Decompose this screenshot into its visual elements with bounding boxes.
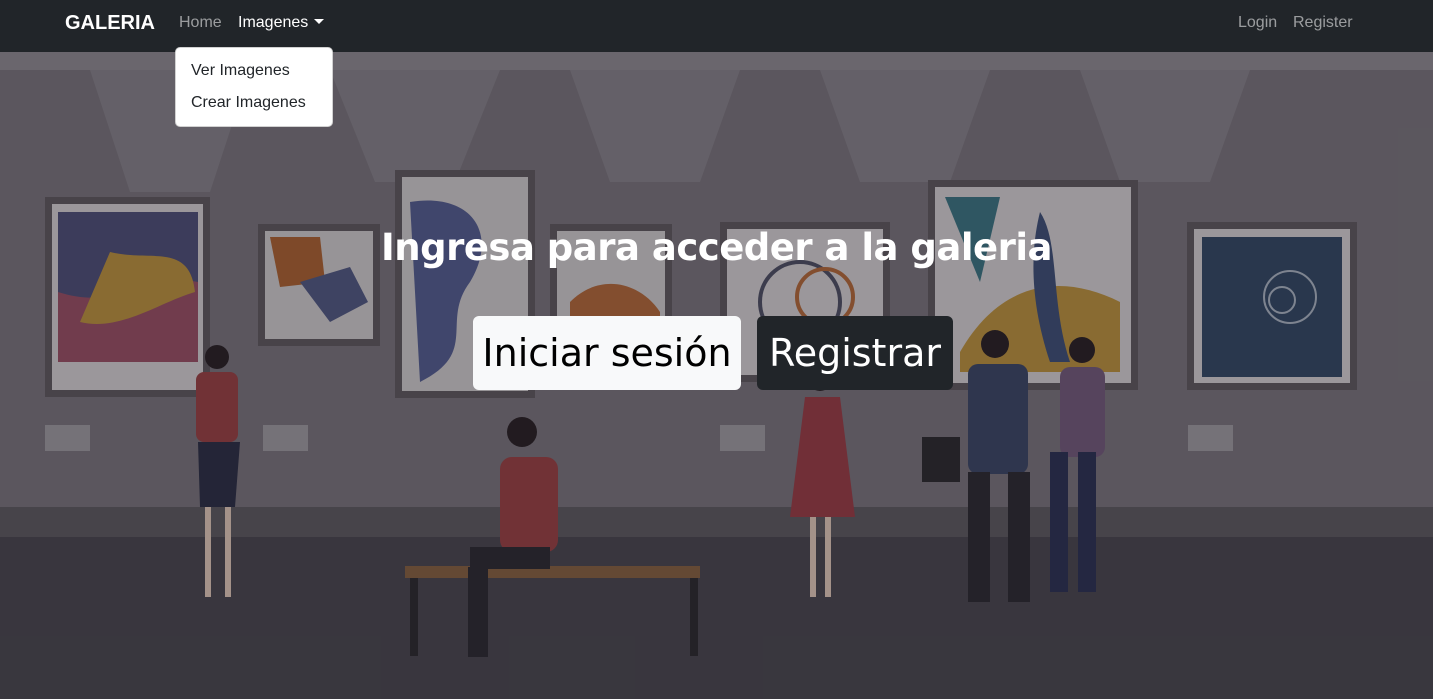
imagenes-dropdown-menu: Ver Imagenes Crear Imagenes <box>175 47 333 127</box>
brand-logo[interactable]: GALERIA <box>65 12 155 35</box>
dropdown-item-crear-imagenes[interactable]: Crear Imagenes <box>191 94 306 112</box>
dropdown-item-ver-imagenes[interactable]: Ver Imagenes <box>191 62 290 80</box>
chevron-down-icon <box>314 19 325 24</box>
nav-login-link[interactable]: Login <box>1238 14 1277 32</box>
nav-register-link[interactable]: Register <box>1293 14 1353 32</box>
navbar: GALERIA Home Imagenes Login Register <box>0 0 1433 52</box>
login-button[interactable]: Iniciar sesión <box>473 316 741 390</box>
register-button[interactable]: Registrar <box>757 316 953 390</box>
nav-imagenes-label: Imagenes <box>238 14 309 31</box>
nav-imagenes-dropdown-toggle[interactable]: Imagenes <box>238 14 325 32</box>
nav-home-link[interactable]: Home <box>179 14 222 32</box>
hero-section: Ingresa para acceder a la galeria Inicia… <box>0 52 1433 699</box>
hero-title: Ingresa para acceder a la galeria <box>381 226 1053 269</box>
